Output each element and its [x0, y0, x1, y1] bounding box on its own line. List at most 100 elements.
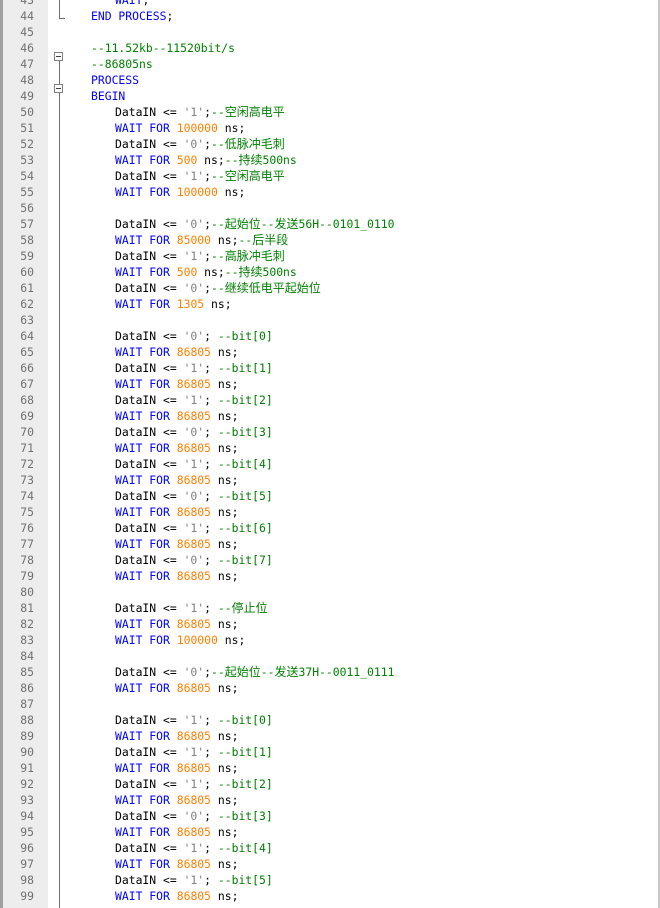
- line-number: 82: [20, 617, 34, 631]
- code-line[interactable]: 60 WAIT FOR 500 ns;--持续500ns: [0, 264, 660, 280]
- code-token: WAIT FOR: [115, 233, 177, 247]
- code-line[interactable]: 91 WAIT FOR 86805 ns;: [0, 760, 660, 776]
- code-editor[interactable]: 43 WAIT; 44 END PROCESS; 45 46 --11.52kb--1152…: [0, 0, 660, 908]
- line-number: 50: [20, 105, 34, 119]
- code-line[interactable]: 63: [0, 312, 660, 328]
- code-line[interactable]: 81 DataIN <= '1'; --停止位: [0, 600, 660, 616]
- code-token: --bit[2]: [217, 777, 273, 791]
- line-code: DataIN <= '0';--继续低电平起始位: [115, 280, 321, 296]
- code-line[interactable]: 77 WAIT FOR 86805 ns;: [0, 536, 660, 552]
- code-token: DataIN <=: [115, 169, 184, 183]
- code-line[interactable]: 43 WAIT;: [0, 0, 660, 8]
- line-number: 85: [20, 665, 34, 679]
- code-token: --: [211, 105, 225, 119]
- code-line[interactable]: 69 WAIT FOR 86805 ns;: [0, 408, 660, 424]
- code-token: --bit[3]: [217, 809, 273, 823]
- code-token: 500: [176, 153, 198, 167]
- code-line[interactable]: 56: [0, 200, 660, 216]
- code-line[interactable]: 83 WAIT FOR 100000 ns;: [0, 632, 660, 648]
- code-line[interactable]: 67 WAIT FOR 86805 ns;: [0, 376, 660, 392]
- line-number: 73: [20, 473, 34, 487]
- code-token: '1': [183, 169, 205, 183]
- code-line[interactable]: 88 DataIN <= '1'; --bit[0]: [0, 712, 660, 728]
- code-line[interactable]: 78 DataIN <= '0'; --bit[7]: [0, 552, 660, 568]
- code-line[interactable]: 50 DataIN <= '1';--空闲高电平: [0, 104, 660, 120]
- line-number: 83: [20, 633, 34, 647]
- code-line[interactable]: 46 --11.52kb--11520bit/s: [0, 40, 660, 56]
- code-line[interactable]: 92 DataIN <= '1'; --bit[2]: [0, 776, 660, 792]
- line-code: DataIN <= '0';--起始位--发送56H--0101_0110: [115, 216, 395, 232]
- code-line[interactable]: 96 DataIN <= '1'; --bit[4]: [0, 840, 660, 856]
- code-token: ;: [204, 521, 218, 535]
- code-line[interactable]: 44 END PROCESS;: [0, 8, 660, 24]
- code-token: ;: [142, 0, 150, 7]
- code-line[interactable]: 75 WAIT FOR 86805 ns;: [0, 504, 660, 520]
- code-line[interactable]: 70 DataIN <= '0'; --bit[3]: [0, 424, 660, 440]
- code-line[interactable]: 82 WAIT FOR 86805 ns;: [0, 616, 660, 632]
- code-line[interactable]: 80: [0, 584, 660, 600]
- code-line[interactable]: 86 WAIT FOR 86805 ns;: [0, 680, 660, 696]
- code-token: 500ns: [262, 265, 297, 279]
- code-token: ;: [204, 137, 212, 151]
- code-line[interactable]: 51 WAIT FOR 100000 ns;: [0, 120, 660, 136]
- code-line[interactable]: 61 DataIN <= '0';--继续低电平起始位: [0, 280, 660, 296]
- code-line[interactable]: 47 --86805ns: [0, 56, 660, 72]
- code-line[interactable]: 57 DataIN <= '0';--起始位--发送56H--0101_0110: [0, 216, 660, 232]
- code-line[interactable]: 53 WAIT FOR 500 ns;--持续500ns: [0, 152, 660, 168]
- code-line[interactable]: 55 WAIT FOR 100000 ns;: [0, 184, 660, 200]
- code-line[interactable]: 72 DataIN <= '1'; --bit[4]: [0, 456, 660, 472]
- code-line[interactable]: 49 BEGIN: [0, 88, 660, 104]
- code-token: WAIT FOR: [115, 265, 177, 279]
- code-token: 86805: [176, 569, 212, 583]
- line-code: WAIT FOR 86805 ns;: [115, 616, 238, 632]
- code-token: ;: [204, 281, 212, 295]
- code-line[interactable]: 65 WAIT FOR 86805 ns;: [0, 344, 660, 360]
- line-code: DataIN <= '1'; --bit[2]: [115, 776, 273, 792]
- line-number: 80: [20, 585, 34, 599]
- line-number: 71: [20, 441, 34, 455]
- code-line[interactable]: 76 DataIN <= '1'; --bit[6]: [0, 520, 660, 536]
- code-token: ns;: [211, 409, 239, 423]
- line-number: 62: [20, 297, 34, 311]
- line-number: 97: [20, 857, 34, 871]
- code-token: --: [211, 249, 225, 263]
- code-line[interactable]: 52 DataIN <= '0';--低脉冲毛刺: [0, 136, 660, 152]
- code-line[interactable]: 99 WAIT FOR 86805 ns;: [0, 888, 660, 904]
- code-line[interactable]: 97 WAIT FOR 86805 ns;: [0, 856, 660, 872]
- code-token: ns;: [211, 617, 239, 631]
- code-line[interactable]: 74 DataIN <= '0'; --bit[5]: [0, 488, 660, 504]
- line-code: WAIT FOR 500 ns;--持续500ns: [115, 152, 297, 168]
- code-token: WAIT FOR: [115, 185, 177, 199]
- code-line[interactable]: 54 DataIN <= '1';--空闲高电平: [0, 168, 660, 184]
- code-line[interactable]: 87: [0, 696, 660, 712]
- code-token: ;: [204, 169, 212, 183]
- code-line[interactable]: 85 DataIN <= '0';--起始位--发送37H--0011_0111: [0, 664, 660, 680]
- code-line[interactable]: 66 DataIN <= '1'; --bit[1]: [0, 360, 660, 376]
- code-token: DataIN <=: [115, 393, 184, 407]
- line-number: 53: [20, 153, 34, 167]
- code-line[interactable]: 59 DataIN <= '1';--高脉冲毛刺: [0, 248, 660, 264]
- code-line[interactable]: 79 WAIT FOR 86805 ns;: [0, 568, 660, 584]
- code-line[interactable]: 93 WAIT FOR 86805 ns;: [0, 792, 660, 808]
- code-line[interactable]: 48 PROCESS: [0, 72, 660, 88]
- code-token: DataIN <=: [115, 329, 184, 343]
- code-line[interactable]: 95 WAIT FOR 86805 ns;: [0, 824, 660, 840]
- code-token: WAIT FOR: [115, 297, 177, 311]
- code-line[interactable]: 98 DataIN <= '1'; --bit[5]: [0, 872, 660, 888]
- code-line[interactable]: 68 DataIN <= '1'; --bit[2]: [0, 392, 660, 408]
- code-line[interactable]: 58 WAIT FOR 85000 ns;--后半段: [0, 232, 660, 248]
- line-code: WAIT;: [115, 0, 149, 8]
- code-line[interactable]: 45: [0, 24, 660, 40]
- code-line[interactable]: 90 DataIN <= '1'; --bit[1]: [0, 744, 660, 760]
- code-token: 停止位: [231, 601, 268, 615]
- code-line[interactable]: 94 DataIN <= '0'; --bit[3]: [0, 808, 660, 824]
- code-line[interactable]: 84: [0, 648, 660, 664]
- code-token: --bit[3]: [217, 425, 273, 439]
- code-line[interactable]: 73 WAIT FOR 86805 ns;: [0, 472, 660, 488]
- code-token: DataIN <=: [115, 745, 184, 759]
- code-token: ;: [204, 393, 218, 407]
- code-line[interactable]: 71 WAIT FOR 86805 ns;: [0, 440, 660, 456]
- code-line[interactable]: 89 WAIT FOR 86805 ns;: [0, 728, 660, 744]
- code-line[interactable]: 64 DataIN <= '0'; --bit[0]: [0, 328, 660, 344]
- code-line[interactable]: 62 WAIT FOR 1305 ns;: [0, 296, 660, 312]
